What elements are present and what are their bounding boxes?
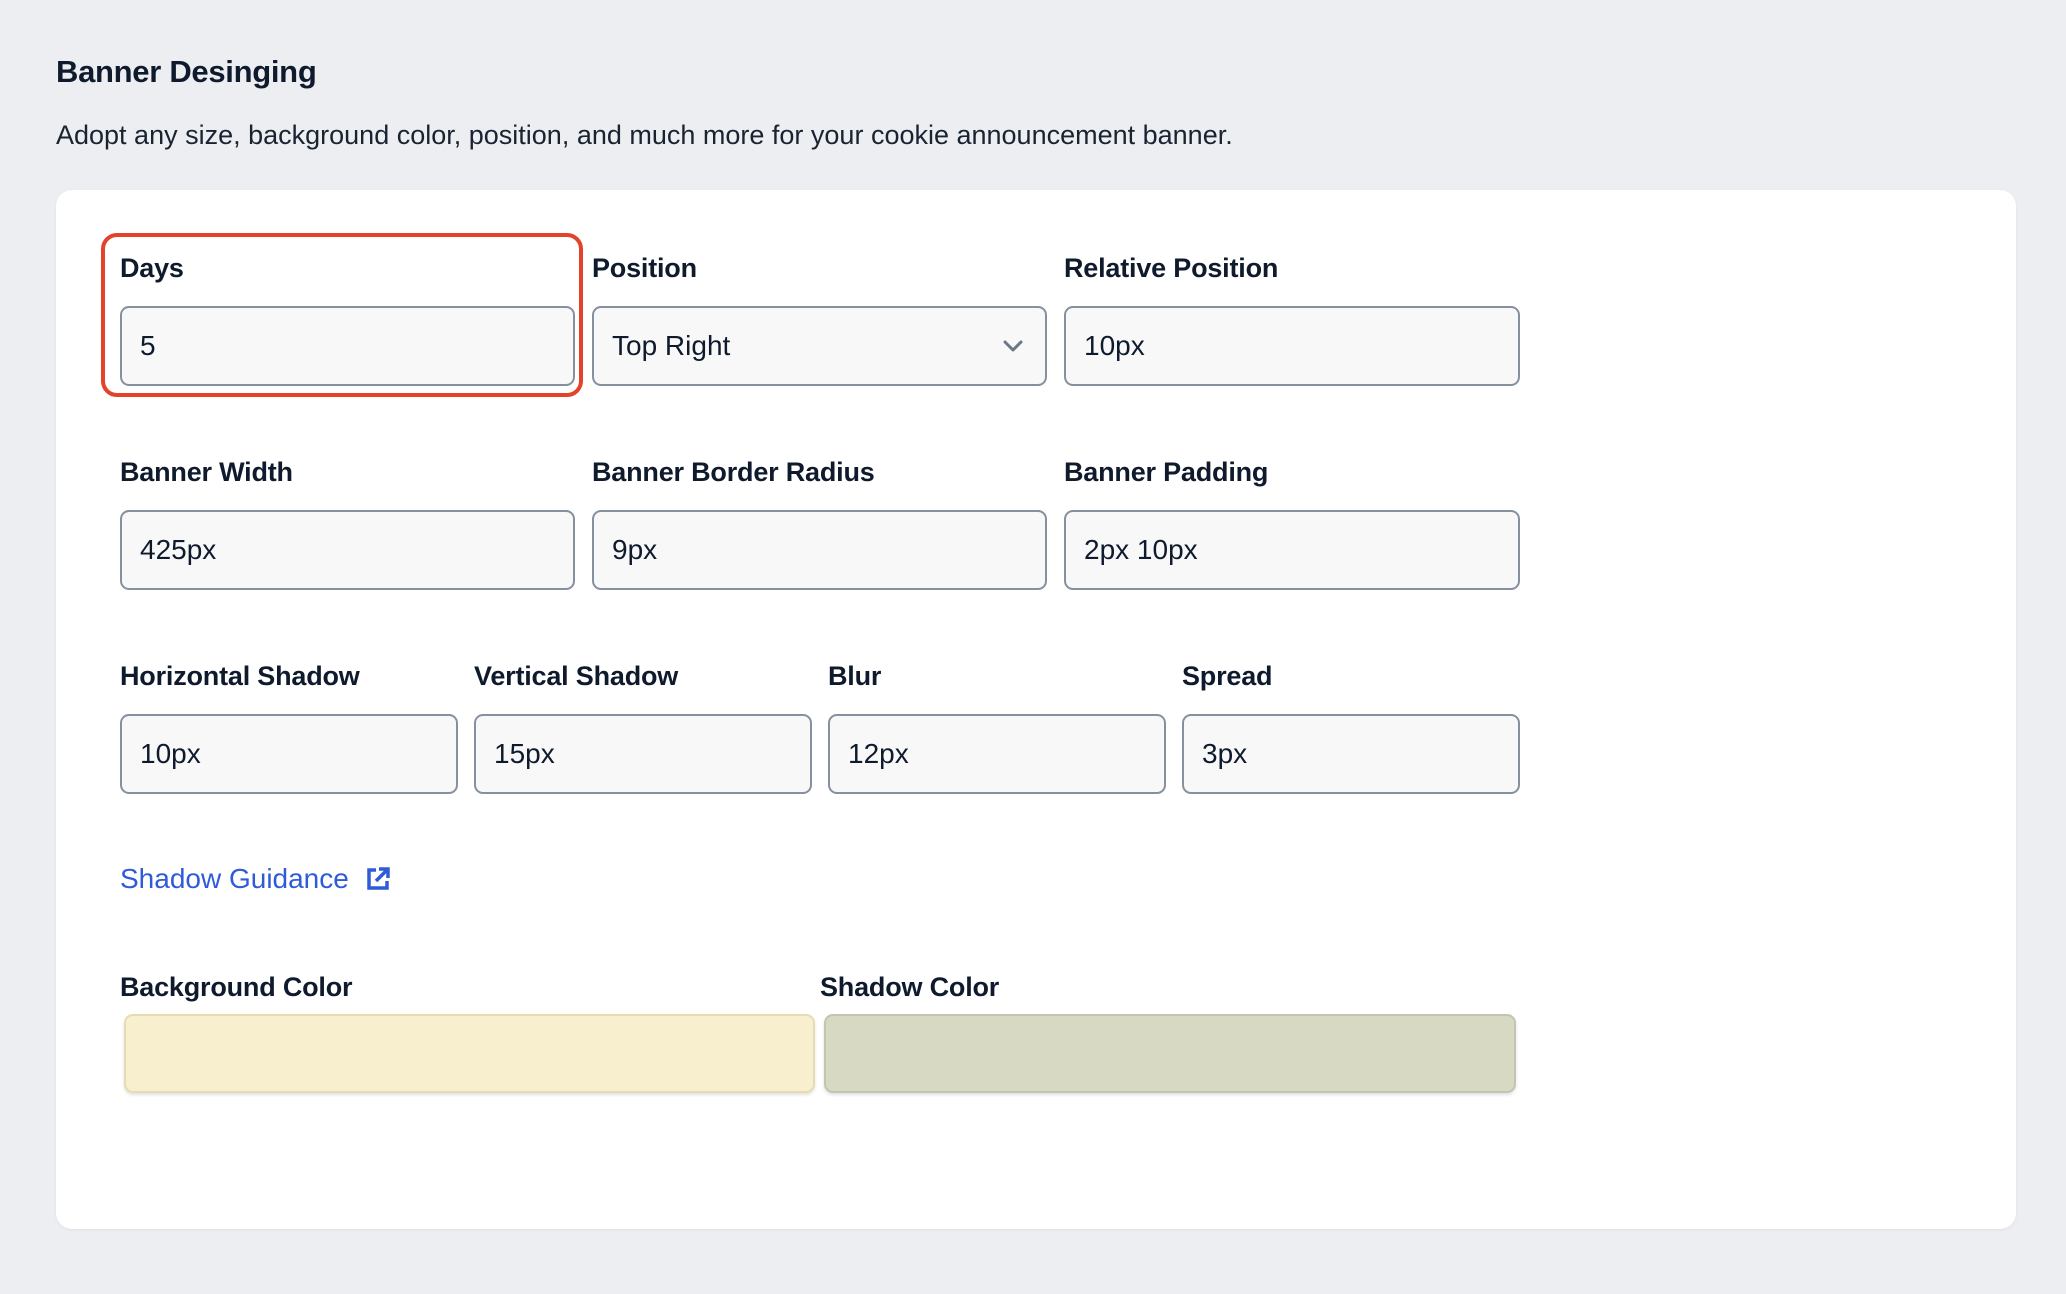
horizontal-shadow-label: Horizontal Shadow xyxy=(120,661,360,691)
shadow-color-swatch[interactable] xyxy=(824,1014,1516,1093)
page-title: Banner Desinging xyxy=(56,54,317,89)
position-label: Position xyxy=(592,253,697,283)
background-color-label: Background Color xyxy=(120,972,353,1002)
vertical-shadow-label: Vertical Shadow xyxy=(474,661,679,691)
horizontal-shadow-input[interactable] xyxy=(120,714,458,794)
position-selected-value: Top Right xyxy=(612,330,731,361)
days-label: Days xyxy=(120,253,184,283)
banner-padding-input[interactable] xyxy=(1064,510,1520,590)
relative-position-label: Relative Position xyxy=(1064,253,1279,283)
position-select[interactable]: Top Right xyxy=(592,306,1047,386)
chevron-down-icon xyxy=(1003,340,1023,352)
spread-input[interactable] xyxy=(1182,714,1520,794)
shadow-color-label: Shadow Color xyxy=(820,972,1000,1002)
relative-position-input[interactable] xyxy=(1064,306,1520,386)
vertical-shadow-input[interactable] xyxy=(474,714,812,794)
banner-padding-label: Banner Padding xyxy=(1064,457,1269,487)
banner-border-radius-input[interactable] xyxy=(592,510,1047,590)
external-link-icon xyxy=(367,867,390,890)
blur-input[interactable] xyxy=(828,714,1166,794)
days-input[interactable] xyxy=(120,306,575,386)
banner-border-radius-label: Banner Border Radius xyxy=(592,457,875,487)
spread-label: Spread xyxy=(1182,661,1273,691)
blur-label: Blur xyxy=(828,661,882,691)
shadow-guidance-link[interactable]: Shadow Guidance xyxy=(120,863,391,895)
shadow-guidance-label: Shadow Guidance xyxy=(120,863,349,894)
background-color-swatch[interactable] xyxy=(124,1014,815,1093)
banner-width-label: Banner Width xyxy=(120,457,293,487)
page-subtitle: Adopt any size, background color, positi… xyxy=(56,120,1233,150)
banner-width-input[interactable] xyxy=(120,510,575,590)
